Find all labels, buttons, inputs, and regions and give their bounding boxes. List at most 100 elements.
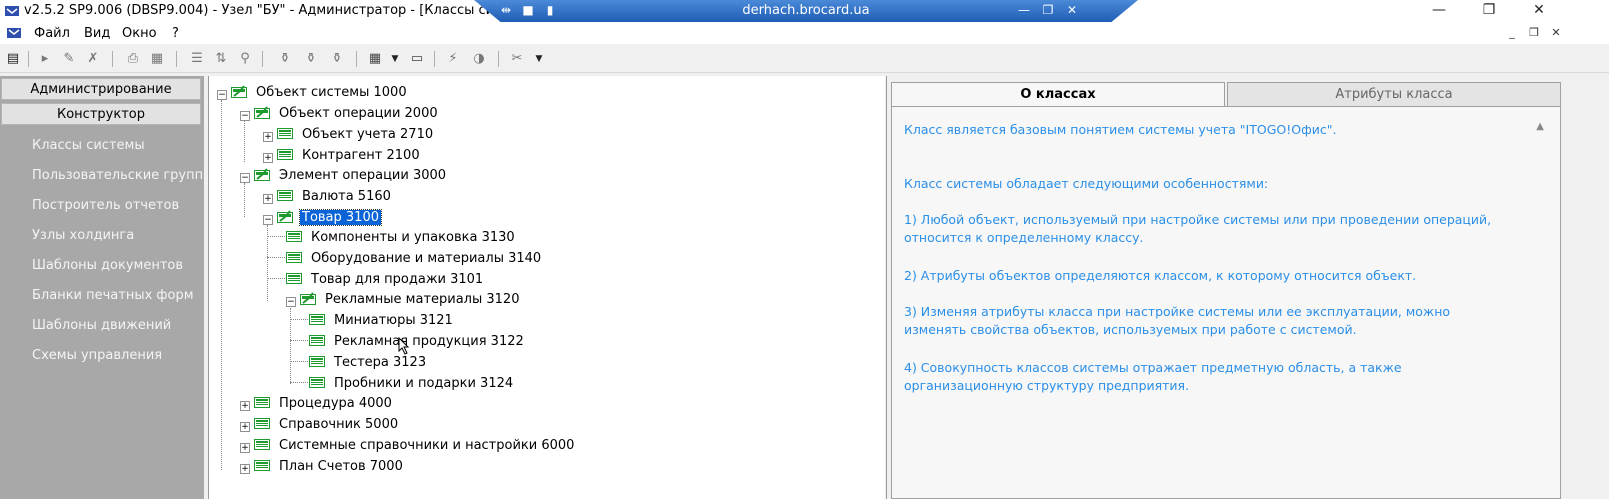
class-info-panel: О классах Атрибуты класса ▲ Класс являет… [886,76,1609,499]
class-icon [277,190,293,201]
class-tree: − Объект системы 1000 − Объект операции … [208,76,885,499]
preview-icon[interactable]: ▦ [148,50,166,68]
rdp-close-icon[interactable]: ✕ [1064,3,1080,17]
tree-line [244,121,245,162]
tree-line [244,183,245,217]
mdi-restore-button[interactable]: ❐ [1526,26,1542,40]
toolbar-separator [356,51,357,67]
description-paragraph: 4) Совокупность классов системы отражает… [904,360,1402,393]
tree-line [267,236,285,237]
menu-help[interactable]: ? [172,26,179,41]
folder-class-icon [254,106,270,119]
menu-view[interactable]: Вид [84,26,110,41]
description-paragraph: 1) Любой объект, используемый при настро… [904,212,1492,245]
expand-toggle[interactable]: + [263,132,273,142]
tree-node-label: Валюта 5160 [302,189,391,204]
find-icon[interactable]: ⚲ [236,50,254,68]
class-icon [286,252,302,263]
tree-line [267,257,285,258]
restore-button[interactable]: ❐ [1466,0,1512,22]
expand-toggle[interactable]: + [240,401,250,411]
print-icon[interactable]: ⎙ [124,50,142,68]
tree-line [290,382,308,383]
nav-item-user-groups[interactable]: Пользовательские группы... [32,168,226,183]
group-constructor-button[interactable]: Конструктор [1,103,201,125]
tree-node-label: Объект системы 1000 [256,85,407,100]
menu-window[interactable]: Окно [122,26,157,41]
chevron-down-icon[interactable]: ▼ [530,50,548,68]
tree-line [290,340,308,341]
close-button[interactable]: ✕ [1516,0,1562,22]
filter-add-icon[interactable]: ⚱ [302,50,320,68]
remote-host: derhach.brocard.ua [742,3,870,18]
toolbar-separator [176,51,177,67]
nav-item-document-templates[interactable]: Шаблоны документов [32,258,183,273]
folder-class-icon [300,292,316,305]
tree-node-label: Элемент операции 3000 [279,168,447,183]
tree-node-label: Пробники и подарки 3124 [334,376,514,391]
tree-node-label: Системные справочники и настройки 6000 [279,438,575,453]
tree-node-label: Оборудование и материалы 3140 [311,251,542,266]
align-icon[interactable]: ☰ [188,50,206,68]
rdp-restore-icon[interactable]: ❐ [1040,3,1056,17]
tree-node-label: Объект операции 2000 [279,106,438,121]
tree-line [290,319,308,320]
tree-node-label: Тестера 3123 [334,355,427,370]
remote-connection-bar: ⇹ ■ ▮ derhach.brocard.ua — ❐ ✕ [474,0,1138,22]
expand-toggle[interactable]: + [240,422,250,432]
edit-icon[interactable]: ✎ [60,50,78,68]
description-paragraph: Класс системы обладает следующими особен… [904,176,1269,191]
mouse-cursor-icon [398,337,410,355]
title-bar: v2.5.2 SP9.006 (DBSP9.004) - Узел "БУ" -… [0,0,1609,22]
mdi-close-button[interactable]: ✕ [1548,26,1564,40]
menu-file[interactable]: Файл [34,26,70,41]
class-icon [309,314,325,325]
tools-icon[interactable]: ✂ [508,50,526,68]
folder-class-icon [254,168,270,181]
collapse-toggle[interactable]: − [263,215,273,225]
tab-class-attributes[interactable]: Атрибуты класса [1227,82,1561,106]
class-icon [309,377,325,388]
class-icon [254,460,270,471]
nav-item-report-builder[interactable]: Построитель отчетов [32,198,179,213]
collapse-toggle[interactable]: − [217,90,227,100]
group-administration-button[interactable]: Администрирование [1,78,201,100]
action-icon[interactable]: ⚡ [444,50,462,68]
folder-class-icon [231,85,247,98]
nav-item-print-forms[interactable]: Бланки печатных форм [32,288,194,303]
nav-item-movement-templates[interactable]: Шаблоны движений [32,318,171,333]
settings-icon[interactable]: ◑ [470,50,488,68]
mdi-minimize-button[interactable]: _ [1504,26,1520,40]
mdi-app-icon[interactable] [6,26,22,40]
tab-about-classes[interactable]: О классах [891,82,1225,106]
class-icon [309,335,325,346]
tree-node-label: Миниатюры 3121 [334,313,453,328]
nav-item-holding-nodes[interactable]: Узлы холдинга [32,228,134,243]
tree-node-label: Компоненты и упаковка 3130 [311,230,515,245]
expand-toggle[interactable]: + [240,443,250,453]
collapse-toggle[interactable]: − [286,297,296,307]
expand-toggle[interactable]: + [263,153,273,163]
collapse-toggle[interactable]: − [240,111,250,121]
toolbar-panel-icon[interactable]: ▤ [4,50,22,68]
collapse-toggle[interactable]: − [240,173,250,183]
class-icon [286,273,302,284]
nav-item-control-schemes[interactable]: Схемы управления [32,348,162,363]
window-icon[interactable]: ▭ [408,50,426,68]
delete-icon[interactable]: ✗ [84,50,102,68]
expand-toggle[interactable]: + [263,194,273,204]
filter-clear-icon[interactable]: ⚱ [328,50,346,68]
nav-item-system-classes[interactable]: Классы системы [32,138,145,153]
filter-icon[interactable]: ⚱ [276,50,294,68]
expand-toggle[interactable]: + [240,464,250,474]
class-icon [309,356,325,367]
rdp-minimize-icon[interactable]: — [1016,3,1032,17]
sort-icon[interactable]: ⇅ [212,50,230,68]
description-paragraph: Класс является базовым понятием системы … [904,122,1337,137]
chevron-down-icon[interactable]: ▼ [386,50,404,68]
scroll-up-icon[interactable]: ▲ [1536,121,1544,132]
minimize-button[interactable]: — [1416,0,1462,22]
new-icon[interactable]: ▸ [36,50,54,68]
grid-icon[interactable]: ▦ [366,50,384,68]
tree-line [290,361,308,362]
